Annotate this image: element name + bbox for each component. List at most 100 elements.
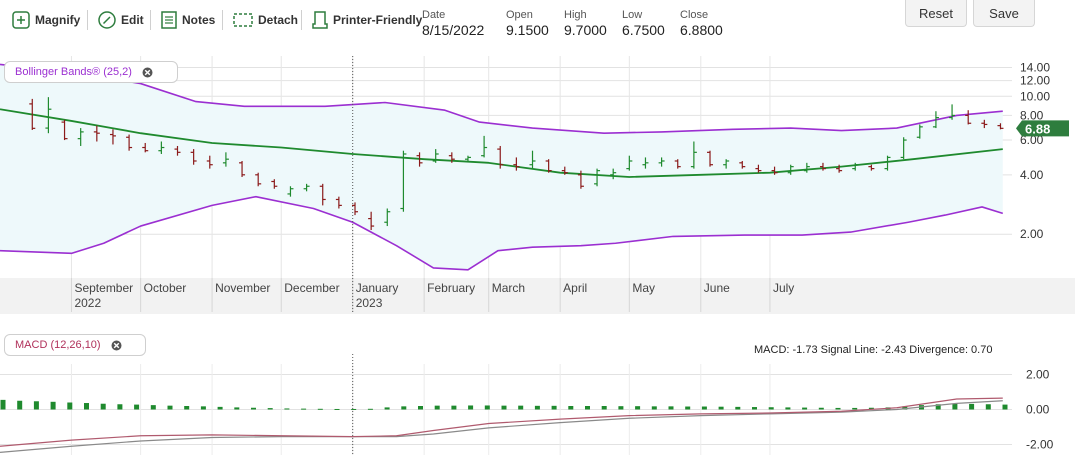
toolbar-divider <box>301 10 302 30</box>
high-label: High <box>564 9 587 21</box>
detach-label: Detach <box>258 13 299 27</box>
histogram-bar <box>802 407 808 410</box>
magnify-button[interactable]: Magnify <box>12 8 80 32</box>
toolbar: Magnify Edit Notes Detach Printer-Friend… <box>0 0 1075 48</box>
close-value: 6.8800 <box>680 22 723 38</box>
histogram-bar <box>50 401 56 410</box>
price-chart: 14.0012.0010.008.006.004.002.00September… <box>0 56 1075 314</box>
histogram-bar <box>100 403 106 410</box>
y-tick-label: 8.00 <box>1020 108 1044 122</box>
histogram-bar <box>401 406 407 410</box>
magnify-icon <box>12 11 30 29</box>
histogram-bar <box>217 406 223 410</box>
histogram-bar <box>234 407 240 410</box>
macd-label: MACD (12,26,10) <box>15 339 101 351</box>
reset-button[interactable]: Reset <box>905 0 967 27</box>
histogram-bar <box>84 403 89 410</box>
histogram-bar <box>184 406 190 410</box>
histogram-bar <box>768 407 774 410</box>
y-tick-label: 10.00 <box>1020 89 1050 103</box>
y-tick-label: 0.00 <box>1026 403 1050 417</box>
x-tick-label: April <box>563 281 587 295</box>
notes-button[interactable]: Notes <box>161 8 215 32</box>
edit-label: Edit <box>121 13 144 27</box>
notes-icon <box>161 11 177 29</box>
detach-button[interactable]: Detach <box>233 8 298 32</box>
histogram-bar <box>0 399 6 410</box>
edit-button[interactable]: Edit <box>98 8 144 32</box>
close-label: Close <box>680 9 709 21</box>
x-tick-label: May <box>632 281 655 295</box>
histogram-bar <box>551 405 557 410</box>
y-tick-label: 4.00 <box>1020 168 1044 182</box>
close-icon[interactable] <box>142 67 153 78</box>
macd-line <box>0 397 1003 447</box>
histogram-bar <box>434 405 440 410</box>
histogram-bar <box>251 407 256 410</box>
y-tick-label: 2.00 <box>1026 368 1050 382</box>
histogram-bar <box>167 405 173 410</box>
bollinger-bands-chip[interactable]: Bollinger Bands® (25,2) <box>4 61 178 83</box>
histogram-bar <box>585 406 590 410</box>
macd-readout: MACD: -1.73 Signal Line: -2.43 Divergenc… <box>754 344 993 356</box>
low-label: Low <box>622 9 643 21</box>
histogram-bar <box>952 403 958 410</box>
histogram-bar <box>818 407 824 410</box>
y-tick-label: 12.00 <box>1020 74 1050 88</box>
histogram-bar <box>618 406 624 410</box>
bollinger-bands-label: Bollinger Bands® (25,2) <box>15 66 132 78</box>
histogram-bar <box>67 402 73 410</box>
open-label: Open <box>506 9 533 21</box>
histogram-bar <box>534 405 540 410</box>
printer-icon <box>312 11 328 29</box>
save-button[interactable]: Save <box>973 0 1035 27</box>
histogram-bar <box>301 408 307 410</box>
histogram-bar <box>635 406 641 410</box>
histogram-bar <box>601 406 607 410</box>
histogram-bar <box>701 406 707 410</box>
open-value: 9.1500 <box>506 22 549 38</box>
histogram-bar <box>668 406 674 410</box>
histogram-bar <box>835 407 841 410</box>
histogram-bar <box>351 408 357 410</box>
toolbar-divider <box>150 10 151 30</box>
histogram-bar <box>985 404 991 410</box>
histogram-bar <box>518 405 524 410</box>
histogram-bar <box>317 408 323 410</box>
y-tick-label: 2.00 <box>1020 227 1044 241</box>
histogram-bar <box>117 404 123 410</box>
edit-pencil-icon <box>98 11 116 29</box>
histogram-bar <box>33 401 39 410</box>
printer-friendly-label: Printer-Friendly <box>333 13 423 27</box>
x-tick-label: November <box>215 281 270 295</box>
x-tick-year: 2023 <box>356 296 383 310</box>
x-tick-label: September <box>74 281 133 295</box>
toolbar-divider <box>222 10 223 30</box>
histogram-bar <box>651 406 657 410</box>
magnify-label: Magnify <box>35 13 81 27</box>
macd-chip[interactable]: MACD (12,26,10) <box>4 334 146 356</box>
histogram-bar <box>484 405 490 410</box>
x-tick-label: December <box>284 281 339 295</box>
histogram-bar <box>969 403 975 410</box>
histogram-bar <box>718 406 724 410</box>
low-value: 6.7500 <box>622 22 665 38</box>
histogram-bar <box>134 404 140 410</box>
high-value: 9.7000 <box>564 22 607 38</box>
histogram-bar <box>735 406 741 410</box>
histogram-bar <box>267 408 273 410</box>
histogram-bar <box>284 408 290 410</box>
histogram-bar <box>501 405 507 410</box>
histogram-bar <box>418 406 423 410</box>
histogram-bar <box>367 408 373 410</box>
close-icon[interactable] <box>111 340 122 351</box>
x-tick-label: January <box>356 281 399 295</box>
histogram-bar <box>17 400 23 410</box>
x-tick-label: March <box>492 281 525 295</box>
histogram-bar <box>468 405 474 410</box>
printer-friendly-button[interactable]: Printer-Friendly <box>312 8 422 32</box>
histogram-bar <box>685 406 691 410</box>
toolbar-divider <box>87 10 88 30</box>
date-label: Date <box>422 9 446 21</box>
histogram-bar <box>384 407 390 410</box>
